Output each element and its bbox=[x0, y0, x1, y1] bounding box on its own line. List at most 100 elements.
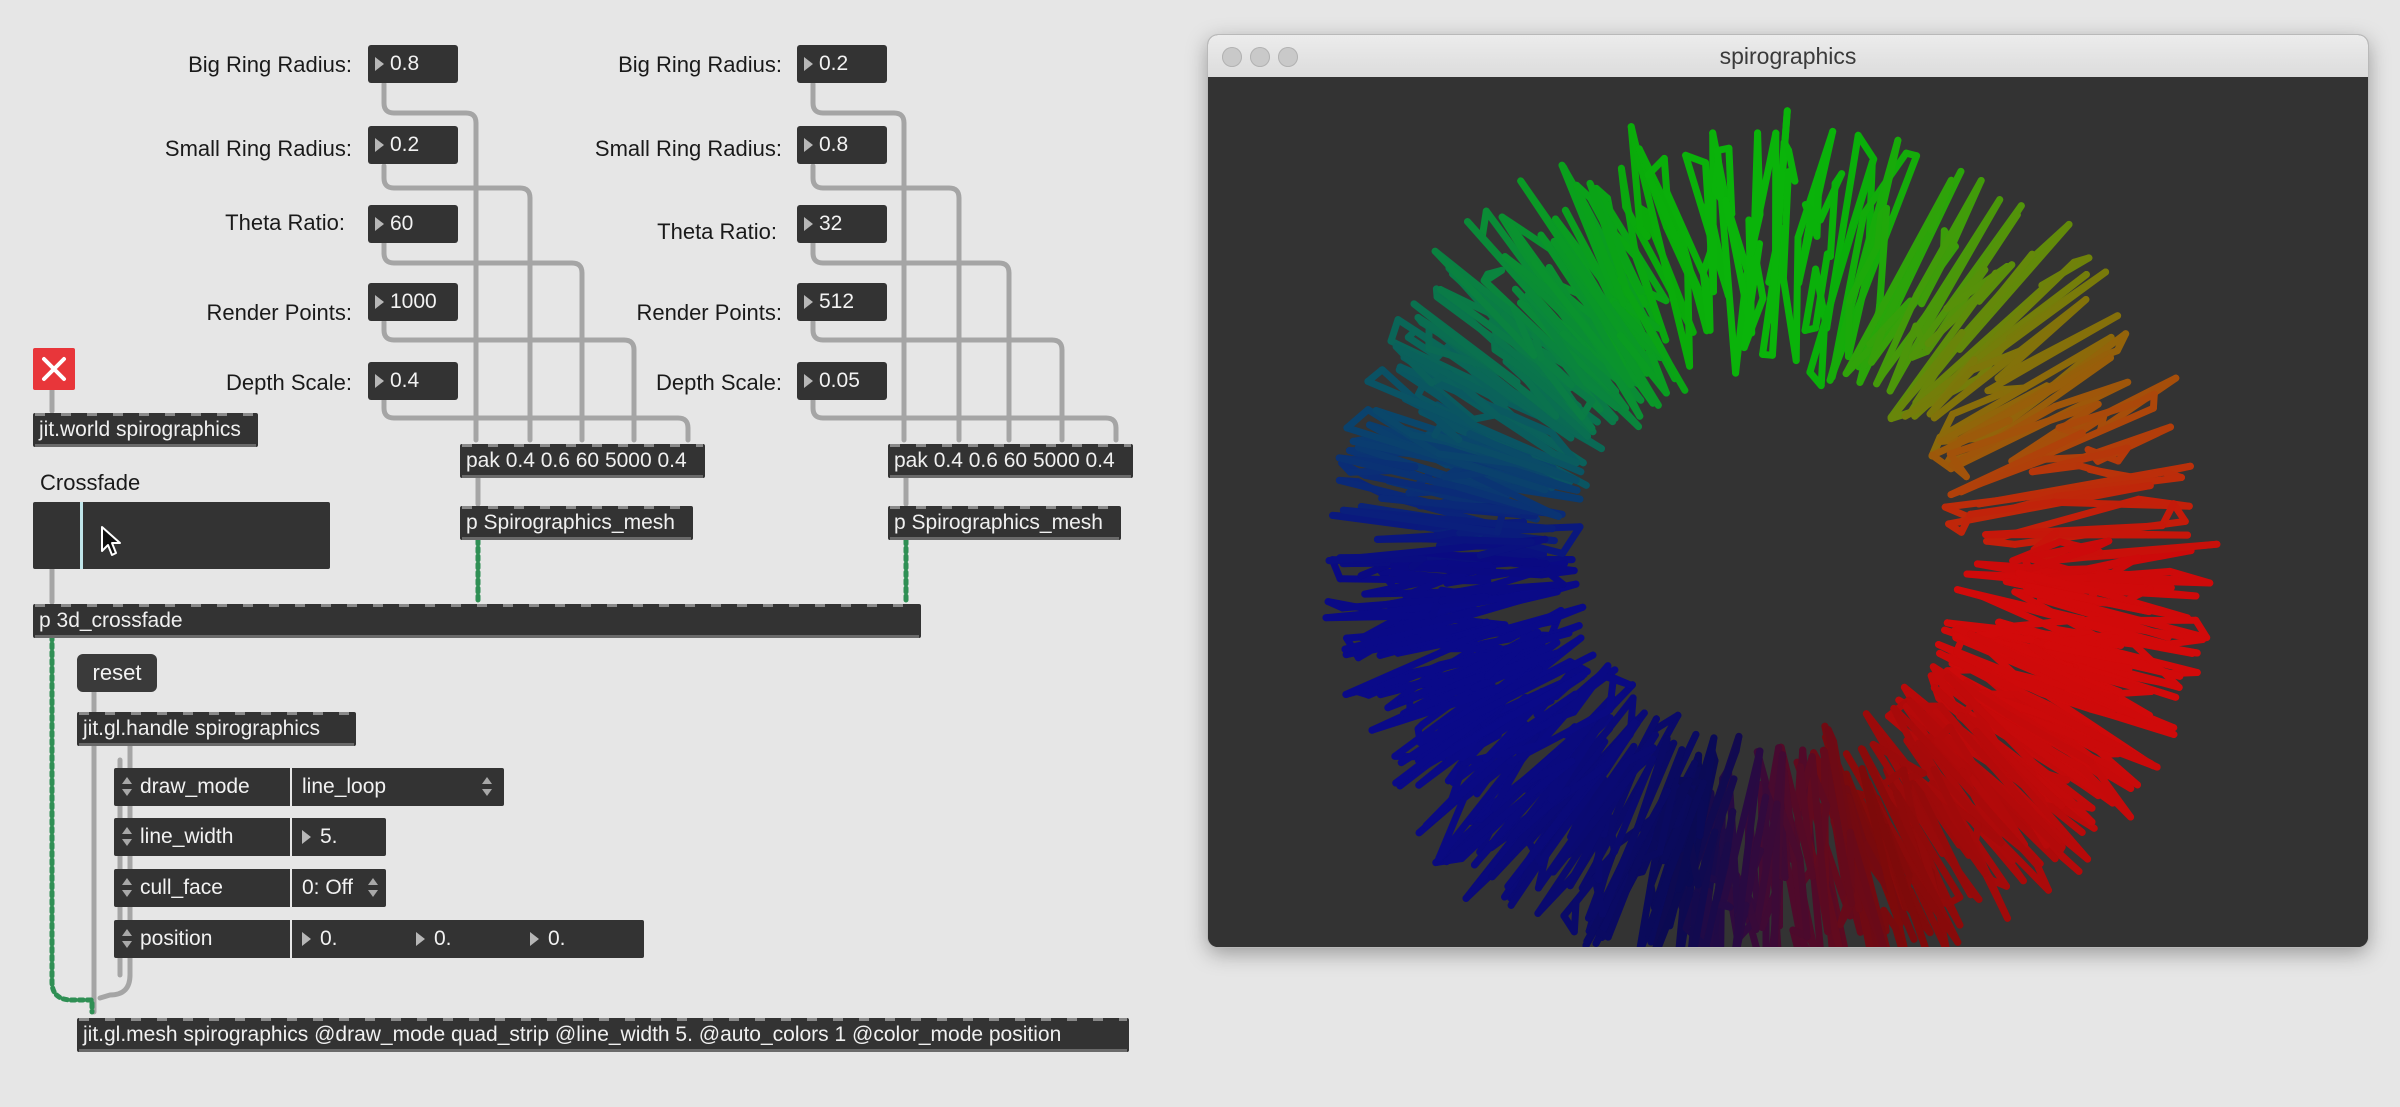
close-x-icon bbox=[42, 357, 66, 381]
numbox-value: 32 bbox=[819, 212, 843, 235]
number-arrow-icon bbox=[302, 932, 311, 946]
numbox-value: 0.2 bbox=[819, 52, 849, 75]
number-arrow-icon bbox=[375, 217, 384, 231]
mesh-segment bbox=[2052, 529, 2191, 539]
render-view[interactable] bbox=[1208, 77, 2368, 947]
mesh-segment bbox=[1874, 211, 1885, 250]
render-toggle[interactable] bbox=[33, 348, 75, 390]
crossfade-3d-object[interactable]: p 3d_crossfade bbox=[33, 604, 921, 638]
number-arrow-icon bbox=[804, 217, 813, 231]
pak-object-right[interactable]: pak 0.4 0.6 60 5000 0.4 bbox=[888, 444, 1133, 478]
mesh-segment bbox=[1441, 559, 1473, 570]
numbox-small-ring-radius-left[interactable]: 0.2 bbox=[368, 126, 458, 164]
mesh-segment bbox=[1660, 154, 1671, 196]
jit-world-object[interactable]: jit.world spirographics bbox=[33, 413, 258, 447]
attr-name-text: line_width bbox=[140, 825, 234, 848]
mesh-segment bbox=[1817, 321, 1828, 390]
window-titlebar[interactable]: spirographics bbox=[1208, 35, 2368, 78]
attrui-draw-mode[interactable]: draw_mode line_loop bbox=[114, 768, 504, 806]
number-arrow-icon bbox=[375, 295, 384, 309]
number-arrow-icon bbox=[302, 830, 311, 844]
numbox-render-points-left[interactable]: 1000 bbox=[368, 283, 458, 321]
numbox-big-ring-radius-left[interactable]: 0.8 bbox=[368, 45, 458, 83]
spirographics-mesh-subpatch-left[interactable]: p Spirographics_mesh bbox=[460, 506, 693, 540]
mesh-segment bbox=[1983, 537, 2019, 548]
attrui-line-width[interactable]: line_width 5. bbox=[114, 818, 386, 856]
mesh-segment bbox=[1596, 671, 1635, 689]
numbox-small-ring-radius-right[interactable]: 0.8 bbox=[797, 126, 887, 164]
attrui-name-draw-mode[interactable]: draw_mode bbox=[114, 768, 292, 806]
mouse-cursor-icon bbox=[101, 526, 121, 556]
up-down-arrows-icon bbox=[122, 878, 132, 898]
numbox-depth-scale-left[interactable]: 0.4 bbox=[368, 362, 458, 400]
up-down-arrows-icon bbox=[122, 929, 132, 949]
position-z-number[interactable]: 0. bbox=[522, 920, 644, 958]
mesh-segment bbox=[1709, 129, 1717, 296]
numbox-value: 0.4 bbox=[390, 369, 420, 392]
position-y-number[interactable]: 0. bbox=[408, 920, 522, 958]
line-width-value: 5. bbox=[320, 825, 338, 848]
crossfade-slider[interactable] bbox=[33, 502, 330, 569]
mesh-segment bbox=[1478, 207, 1490, 241]
numbox-theta-ratio-right[interactable]: 32 bbox=[797, 205, 887, 243]
number-arrow-icon bbox=[804, 57, 813, 71]
numbox-value: 0.2 bbox=[390, 133, 420, 156]
number-arrow-icon bbox=[804, 374, 813, 388]
menu-arrows-icon bbox=[482, 777, 492, 797]
numbox-render-points-right[interactable]: 512 bbox=[797, 283, 887, 321]
crossfade-slider-thumb[interactable] bbox=[80, 502, 83, 569]
attr-name-text: position bbox=[140, 927, 213, 950]
spirographics-mesh-subpatch-right[interactable]: p Spirographics_mesh bbox=[888, 506, 1121, 540]
menu-arrows-icon bbox=[368, 878, 378, 898]
attrui-name-cull-face[interactable]: cull_face bbox=[114, 869, 292, 907]
render-window[interactable]: spirographics bbox=[1208, 35, 2368, 947]
mesh-segment bbox=[1854, 131, 1878, 163]
label-big-ring-radius-right: Big Ring Radius: bbox=[618, 52, 782, 77]
attrui-name-position[interactable]: position bbox=[114, 920, 292, 958]
numbox-value: 60 bbox=[390, 212, 414, 235]
crossfade-label: Crossfade bbox=[40, 470, 141, 495]
draw-mode-menu[interactable]: line_loop bbox=[294, 768, 504, 806]
label-render-points-left: Render Points: bbox=[206, 300, 352, 325]
mesh-segment bbox=[1696, 799, 1705, 840]
attr-name-text: draw_mode bbox=[140, 775, 250, 798]
cull-face-value: 0: Off bbox=[302, 876, 353, 899]
number-arrow-icon bbox=[375, 57, 384, 71]
label-depth-scale-right: Depth Scale: bbox=[656, 370, 782, 395]
pak-object-left[interactable]: pak 0.4 0.6 60 5000 0.4 bbox=[460, 444, 705, 478]
line-width-number[interactable]: 5. bbox=[294, 818, 386, 856]
number-arrow-icon bbox=[804, 138, 813, 152]
numbox-big-ring-radius-right[interactable]: 0.2 bbox=[797, 45, 887, 83]
mesh-segment bbox=[1570, 898, 1580, 936]
attrui-position[interactable]: position 0. 0. 0. bbox=[114, 920, 644, 958]
reset-button[interactable]: reset bbox=[77, 654, 157, 692]
mesh-segment bbox=[1322, 612, 1437, 622]
numbox-depth-scale-right[interactable]: 0.05 bbox=[797, 362, 887, 400]
position-x-value: 0. bbox=[320, 927, 338, 950]
mesh-segment bbox=[1779, 168, 1792, 283]
patcher-canvas[interactable]: Big Ring Radius: 0.8 Small Ring Radius: … bbox=[0, 0, 1200, 1107]
mesh-segment bbox=[1826, 179, 1839, 260]
up-down-arrows-icon bbox=[122, 827, 132, 847]
number-arrow-icon bbox=[375, 374, 384, 388]
mesh-segment bbox=[2163, 636, 2207, 648]
attrui-name-line-width[interactable]: line_width bbox=[114, 818, 292, 856]
mesh-segment bbox=[1844, 297, 1853, 361]
label-theta-ratio-right: Theta Ratio: bbox=[657, 219, 777, 244]
numbox-theta-ratio-left[interactable]: 60 bbox=[368, 205, 458, 243]
numbox-value: 512 bbox=[819, 290, 855, 313]
cull-face-menu[interactable]: 0: Off bbox=[294, 869, 386, 907]
jit-gl-handle-object[interactable]: jit.gl.handle spirographics bbox=[77, 712, 356, 746]
numbox-value: 0.05 bbox=[819, 369, 860, 392]
attrui-cull-face[interactable]: cull_face 0: Off bbox=[114, 869, 386, 907]
up-down-arrows-icon bbox=[122, 777, 132, 797]
jit-gl-mesh-object[interactable]: jit.gl.mesh spirographics @draw_mode qua… bbox=[77, 1018, 1129, 1052]
position-x-number[interactable]: 0. bbox=[294, 920, 408, 958]
numbox-value: 0.8 bbox=[390, 52, 420, 75]
label-small-ring-radius-left: Small Ring Radius: bbox=[164, 136, 352, 161]
number-arrow-icon bbox=[804, 295, 813, 309]
mesh-segment bbox=[1343, 406, 1372, 432]
position-z-value: 0. bbox=[548, 927, 566, 950]
number-arrow-icon bbox=[375, 138, 384, 152]
draw-mode-value: line_loop bbox=[302, 775, 387, 798]
